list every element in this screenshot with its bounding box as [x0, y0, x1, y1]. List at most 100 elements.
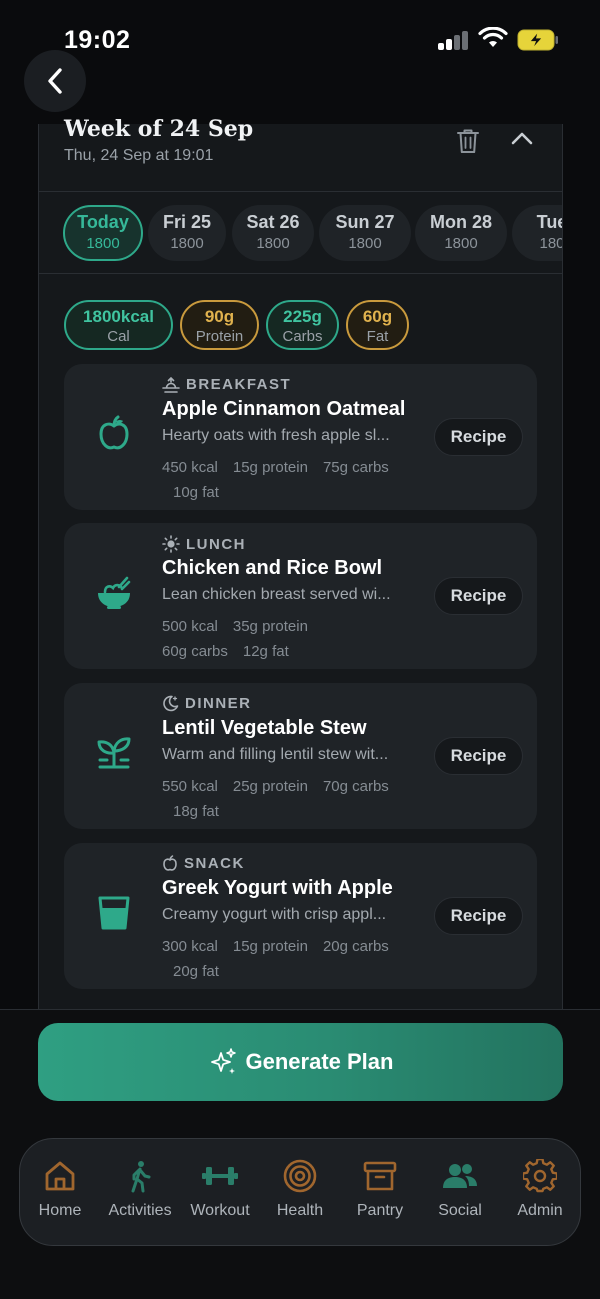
target-icon	[283, 1159, 317, 1193]
tab-label: Activities	[108, 1202, 172, 1219]
day-chip-sat-26[interactable]: Sat 26 1800	[232, 205, 314, 261]
meal-carbs: 60g carbs	[162, 643, 228, 660]
day-name: Sat 26	[246, 212, 300, 232]
tab-admin[interactable]: Admin	[500, 1159, 580, 1220]
day-name: Fri 25	[162, 212, 212, 232]
macro-fat-pill: 60g Fat	[346, 300, 409, 350]
back-button[interactable]	[24, 50, 86, 112]
day-calories: 1800	[256, 235, 290, 252]
tab-social[interactable]: Social	[420, 1159, 500, 1220]
meal-type: BREAKFAST	[162, 376, 291, 393]
day-name: Sun 27	[335, 212, 395, 232]
generate-plan-button[interactable]: Generate Plan	[38, 1023, 563, 1101]
tab-bar: Home Activities Workout Health Pantry So…	[19, 1138, 581, 1246]
tab-health[interactable]: Health	[260, 1159, 340, 1220]
trash-icon[interactable]	[456, 128, 480, 154]
meal-kcal: 450 kcal	[162, 459, 218, 476]
divider	[38, 273, 563, 274]
meal-kcal: 300 kcal	[162, 938, 218, 955]
day-name: Today	[77, 212, 129, 232]
tab-pantry[interactable]: Pantry	[340, 1159, 420, 1220]
meal-nutrition: 300 kcal 15g protein 20g carbs 20g fat	[162, 934, 432, 984]
page-title: Week of 24 Sep	[64, 116, 254, 142]
meal-card-dinner[interactable]: DINNER Lentil Vegetable Stew Warm and fi…	[64, 683, 537, 829]
recipe-button[interactable]: Recipe	[434, 737, 523, 775]
wifi-icon	[478, 27, 508, 47]
recipe-button[interactable]: Recipe	[434, 577, 523, 615]
day-chip-fri-25[interactable]: Fri 25 1800	[148, 205, 226, 261]
meal-carbs: 75g carbs	[322, 459, 389, 476]
meal-name: Apple Cinnamon Oatmeal	[162, 398, 406, 420]
meal-carbs: 70g carbs	[322, 778, 389, 795]
tab-label: Social	[438, 1202, 482, 1219]
meal-type-label: BREAKFAST	[186, 376, 292, 393]
moon-icon	[163, 695, 179, 712]
meal-nutrition: 550 kcal 25g protein 70g carbs 18g fat	[162, 774, 432, 824]
meal-card-breakfast[interactable]: BREAKFAST Apple Cinnamon Oatmeal Hearty …	[64, 364, 537, 510]
day-selector: Today 1800 Fri 25 1800 Sat 26 1800 Sun 2…	[38, 192, 562, 272]
sun-icon	[162, 535, 180, 553]
meal-protein: 15g protein	[232, 459, 308, 476]
meal-description: Creamy yogurt with crisp appl...	[162, 906, 387, 923]
meal-name: Lentil Vegetable Stew	[162, 717, 367, 739]
day-name: Tue	[536, 212, 562, 232]
tab-label: Health	[276, 1202, 324, 1219]
meal-carbs: 20g carbs	[322, 938, 389, 955]
battery-charging-icon	[517, 29, 558, 51]
tab-label: Home	[38, 1202, 82, 1219]
meal-fat: 18g fat	[173, 803, 219, 820]
day-chip-today[interactable]: Today 1800	[63, 205, 143, 261]
day-calories: 1800	[170, 235, 204, 252]
meal-description: Hearty oats with fresh apple sl...	[162, 427, 390, 444]
meal-fat: 12g fat	[242, 643, 289, 660]
meal-kcal: 550 kcal	[162, 778, 218, 795]
meal-type: SNACK	[162, 855, 245, 872]
plan-timestamp: Thu, 24 Sep at 19:01	[64, 147, 214, 164]
meal-nutrition: 500 kcal 35g protein 60g carbs 12g fat	[162, 614, 432, 664]
meal-description: Lean chicken breast served wi...	[162, 586, 391, 603]
apple-icon	[99, 415, 129, 450]
meal-protein: 35g protein	[232, 618, 308, 635]
day-name: Mon 28	[429, 212, 492, 232]
macro-label: Protein	[195, 328, 244, 345]
day-calories: 1800	[86, 235, 120, 252]
tab-activities[interactable]: Activities	[100, 1159, 180, 1220]
generate-plan-label: Generate Plan	[245, 1049, 394, 1074]
meal-description: Warm and filling lentil stew wit...	[162, 746, 389, 763]
recipe-button[interactable]: Recipe	[434, 897, 523, 935]
day-chip-sun-27[interactable]: Sun 27 1800	[319, 205, 411, 261]
macro-value: 225g	[283, 307, 322, 326]
chevron-up-icon[interactable]	[510, 130, 534, 146]
gear-icon	[523, 1159, 557, 1193]
macro-label: Cal	[107, 328, 130, 345]
tab-workout[interactable]: Workout	[180, 1159, 260, 1220]
meal-card-lunch[interactable]: LUNCH Chicken and Rice Bowl Lean chicken…	[64, 523, 537, 669]
day-calories: 180	[539, 235, 562, 252]
macro-calories-pill: 1800kcal Cal	[64, 300, 173, 350]
cellular-signal-icon	[438, 30, 470, 50]
bowl-icon	[98, 576, 131, 609]
users-icon	[443, 1164, 477, 1188]
meal-name: Chicken and Rice Bowl	[162, 557, 383, 579]
meal-kcal: 500 kcal	[162, 618, 218, 635]
macro-label: Fat	[366, 328, 389, 345]
meal-protein: 25g protein	[232, 778, 308, 795]
day-chip-mon-28[interactable]: Mon 28 1800	[415, 205, 507, 261]
sunrise-icon	[162, 376, 180, 393]
tab-home[interactable]: Home	[20, 1159, 100, 1220]
day-chip-tue[interactable]: Tue 180	[512, 205, 562, 261]
tab-label: Workout	[190, 1202, 250, 1219]
recipe-button[interactable]: Recipe	[434, 418, 523, 456]
tab-label: Admin	[517, 1202, 563, 1219]
status-time: 19:02	[64, 26, 131, 54]
meal-protein: 15g protein	[232, 938, 308, 955]
macro-label: Carbs	[282, 328, 323, 345]
meal-name: Greek Yogurt with Apple	[162, 877, 393, 899]
meal-nutrition: 450 kcal 15g protein 75g carbs 10g fat	[162, 455, 432, 505]
macro-carbs-pill: 225g Carbs	[266, 300, 339, 350]
archive-icon	[363, 1161, 397, 1191]
meal-type-label: DINNER	[185, 695, 252, 712]
day-calories: 1800	[348, 235, 382, 252]
walking-icon	[131, 1161, 151, 1193]
meal-card-snack[interactable]: SNACK Greek Yogurt with Apple Creamy yog…	[64, 843, 537, 989]
